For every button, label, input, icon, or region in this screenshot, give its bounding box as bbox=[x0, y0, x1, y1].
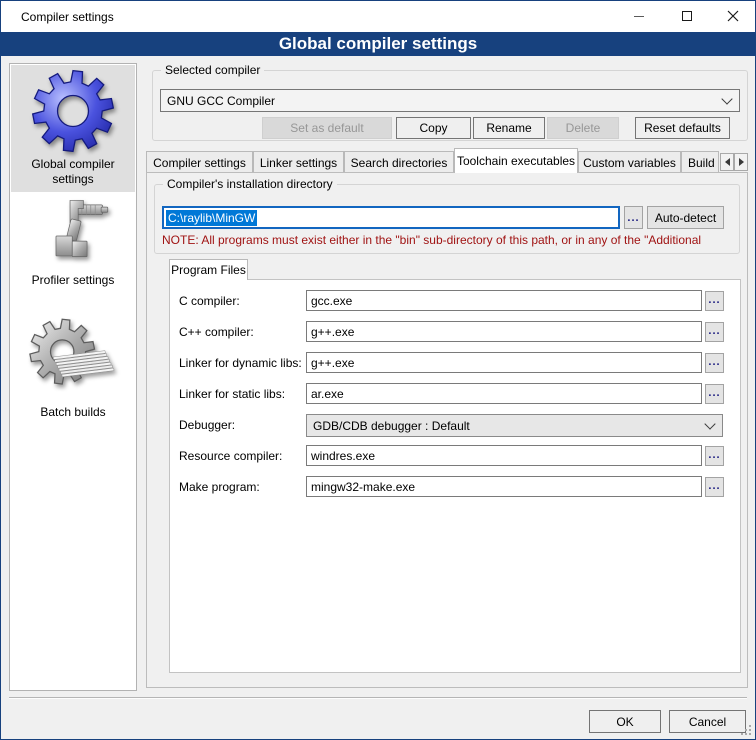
selected-compiler-dropdown[interactable]: GNU GCC Compiler bbox=[160, 89, 740, 112]
button-label: Set as default bbox=[290, 121, 363, 135]
ellipsis-icon: ... bbox=[708, 480, 720, 492]
ok-button[interactable]: OK bbox=[589, 710, 661, 733]
field-label-c-compiler: C compiler: bbox=[179, 294, 240, 308]
note-text: NOTE: All programs must exist either in … bbox=[162, 233, 734, 248]
ellipsis-icon: ... bbox=[708, 356, 720, 368]
rename-button[interactable]: Rename bbox=[473, 117, 545, 139]
tab-build-options[interactable]: Build options bbox=[681, 151, 719, 173]
tab-linker-settings[interactable]: Linker settings bbox=[253, 151, 344, 173]
make-program-browse-button[interactable]: ... bbox=[705, 477, 724, 497]
auto-detect-button[interactable]: Auto-detect bbox=[647, 206, 724, 229]
close-button[interactable] bbox=[710, 1, 756, 31]
arrow-left-icon bbox=[725, 158, 730, 166]
selected-compiler-group-title: Selected compiler bbox=[161, 63, 264, 77]
c-compiler-browse-button[interactable]: ... bbox=[705, 291, 724, 311]
window-title: Compiler settings bbox=[21, 10, 114, 24]
tab-compiler-settings[interactable]: Compiler settings bbox=[146, 151, 253, 173]
batch-builds-icon bbox=[28, 312, 118, 402]
arrow-right-icon bbox=[739, 158, 744, 166]
minimize-icon bbox=[634, 16, 644, 17]
selected-compiler-value: GNU GCC Compiler bbox=[167, 94, 275, 108]
button-label: Reset defaults bbox=[644, 121, 721, 135]
maximize-icon bbox=[682, 11, 692, 21]
cpp-compiler-input[interactable] bbox=[306, 321, 702, 342]
tab-label: Linker settings bbox=[260, 156, 337, 170]
minimize-button[interactable] bbox=[616, 1, 662, 31]
set-as-default-button[interactable]: Set as default bbox=[262, 117, 392, 139]
linker-dynamic-input[interactable] bbox=[306, 352, 702, 373]
debugger-dropdown[interactable]: GDB/CDB debugger : Default bbox=[306, 414, 723, 437]
installation-directory-group: Compiler's installation directory C:\ray… bbox=[154, 184, 740, 254]
sidebar-item-batch-builds[interactable]: Batch builds bbox=[11, 312, 135, 432]
installation-directory-input[interactable]: C:\raylib\MinGW bbox=[162, 206, 620, 229]
subtab-program-files[interactable]: Program Files bbox=[169, 259, 248, 280]
tab-scroll-right-button[interactable] bbox=[734, 153, 748, 171]
button-label: Rename bbox=[486, 121, 531, 135]
resize-grip[interactable] bbox=[740, 724, 752, 736]
close-icon bbox=[727, 10, 739, 22]
resource-compiler-input[interactable] bbox=[306, 445, 702, 466]
debugger-value: GDB/CDB debugger : Default bbox=[313, 419, 470, 433]
sidebar-item-label: Batch builds bbox=[11, 405, 135, 420]
tab-label: Custom variables bbox=[583, 156, 676, 170]
ellipsis-icon: ... bbox=[708, 449, 720, 461]
delete-button[interactable]: Delete bbox=[547, 117, 619, 139]
button-label: Delete bbox=[566, 121, 601, 135]
tab-custom-variables[interactable]: Custom variables bbox=[578, 151, 681, 173]
tab-search-directories[interactable]: Search directories bbox=[344, 151, 454, 173]
blue-gear-icon bbox=[30, 68, 116, 154]
c-compiler-input[interactable] bbox=[306, 290, 702, 311]
tab-toolchain-executables[interactable]: Toolchain executables bbox=[454, 148, 578, 173]
button-label: Cancel bbox=[689, 715, 726, 729]
caliper-icon bbox=[36, 196, 110, 270]
linker-dynamic-browse-button[interactable]: ... bbox=[705, 353, 724, 373]
field-label-make-program: Make program: bbox=[179, 480, 260, 494]
selected-compiler-group: Selected compiler GNU GCC Compiler Set a… bbox=[152, 70, 748, 141]
cpp-compiler-browse-button[interactable]: ... bbox=[705, 322, 724, 342]
tab-label: Build options bbox=[688, 156, 719, 170]
field-label-linker-dynamic: Linker for dynamic libs: bbox=[179, 356, 302, 370]
page-title: Global compiler settings bbox=[1, 32, 755, 56]
button-label: Copy bbox=[419, 121, 447, 135]
button-label: Auto-detect bbox=[655, 211, 716, 225]
linker-static-input[interactable] bbox=[306, 383, 702, 404]
tab-label: Program Files bbox=[171, 263, 246, 277]
resource-compiler-browse-button[interactable]: ... bbox=[705, 446, 724, 466]
linker-static-browse-button[interactable]: ... bbox=[705, 384, 724, 404]
footer-separator bbox=[9, 697, 747, 699]
ellipsis-icon: ... bbox=[627, 212, 639, 224]
installation-directory-value: C:\raylib\MinGW bbox=[166, 210, 257, 226]
title-bar: Compiler settings bbox=[1, 1, 755, 32]
tab-label: Compiler settings bbox=[153, 156, 246, 170]
tab-scroll-left-button[interactable] bbox=[720, 153, 734, 171]
tab-label: Toolchain executables bbox=[457, 154, 575, 168]
sidebar-item-label: Profiler settings bbox=[11, 273, 135, 288]
sidebar-item-profiler-settings[interactable]: Profiler settings bbox=[11, 194, 135, 309]
button-label: OK bbox=[616, 715, 633, 729]
sidebar-item-global-compiler-settings[interactable]: Global compiler settings bbox=[11, 65, 135, 192]
copy-button[interactable]: Copy bbox=[396, 117, 471, 139]
compiler-settings-window: Compiler settings Global compiler settin… bbox=[0, 0, 756, 740]
field-label-resource-compiler: Resource compiler: bbox=[179, 449, 282, 463]
make-program-input[interactable] bbox=[306, 476, 702, 497]
settings-sidebar: Global compiler settings Profiler settin… bbox=[9, 63, 137, 691]
cancel-button[interactable]: Cancel bbox=[669, 710, 746, 733]
maximize-button[interactable] bbox=[664, 1, 710, 31]
installation-directory-browse-button[interactable]: ... bbox=[624, 206, 643, 229]
field-label-cpp-compiler: C++ compiler: bbox=[179, 325, 254, 339]
ellipsis-icon: ... bbox=[708, 325, 720, 337]
installation-directory-group-title: Compiler's installation directory bbox=[163, 177, 337, 191]
tab-label: Search directories bbox=[351, 156, 448, 170]
reset-defaults-button[interactable]: Reset defaults bbox=[635, 117, 730, 139]
ellipsis-icon: ... bbox=[708, 387, 720, 399]
field-label-debugger: Debugger: bbox=[179, 418, 235, 432]
chevron-down-icon bbox=[704, 418, 715, 429]
chevron-down-icon bbox=[721, 93, 732, 104]
sidebar-item-label: Global compiler settings bbox=[11, 157, 135, 187]
ellipsis-icon: ... bbox=[708, 294, 720, 306]
field-label-linker-static: Linker for static libs: bbox=[179, 387, 285, 401]
